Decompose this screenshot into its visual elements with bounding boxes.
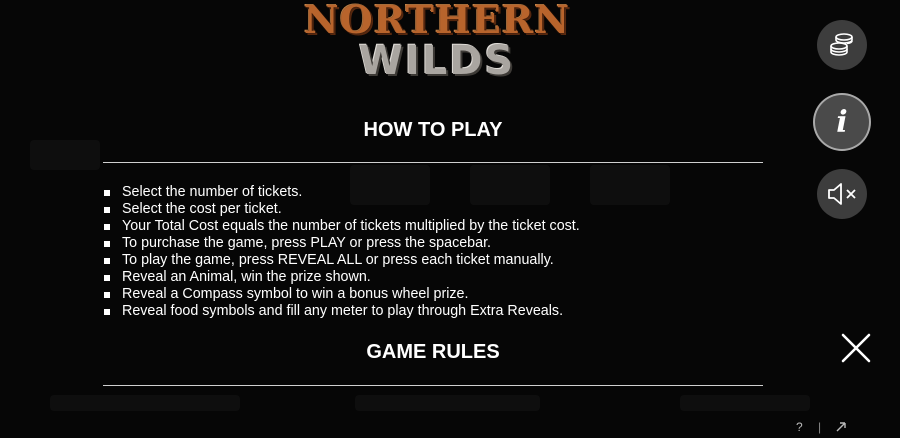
- help-link[interactable]: ?: [796, 420, 803, 434]
- info-icon: i: [836, 104, 848, 140]
- bullet-icon: [104, 190, 110, 196]
- list-item: Reveal an Animal, win the prize shown.: [104, 269, 580, 286]
- bet-chips-button[interactable]: [817, 20, 867, 70]
- bullet-icon: [104, 224, 110, 230]
- list-item: Select the number of tickets.: [104, 184, 580, 201]
- list-item: To purchase the game, press PLAY or pres…: [104, 235, 580, 252]
- speaker-muted-icon: [828, 183, 856, 205]
- bullet-icon: [104, 241, 110, 247]
- logo-line1: NORTHERN: [303, 0, 571, 42]
- game-logo: NORTHERN WILDS: [298, 0, 576, 90]
- sound-toggle-button[interactable]: [817, 169, 867, 219]
- how-to-play-heading: HOW TO PLAY: [363, 119, 503, 141]
- bullet-icon: [104, 258, 110, 264]
- divider: [103, 385, 763, 386]
- list-item: To play the game, press REVEAL ALL or pr…: [104, 252, 580, 269]
- bullet-icon: [104, 309, 110, 315]
- divider: [103, 162, 763, 163]
- logo-line2: WILDS: [358, 38, 516, 84]
- list-item: Select the cost per ticket.: [104, 201, 580, 218]
- close-button[interactable]: [840, 332, 872, 364]
- info-button[interactable]: i: [815, 95, 869, 149]
- list-item: Reveal food symbols and fill any meter t…: [104, 303, 580, 320]
- bullet-icon: [104, 292, 110, 298]
- list-item: Your Total Cost equals the number of tic…: [104, 218, 580, 235]
- bullet-icon: [104, 275, 110, 281]
- game-rules-heading: GAME RULES: [366, 341, 500, 363]
- footer-separator: |: [818, 420, 822, 434]
- list-item: Reveal a Compass symbol to win a bonus w…: [104, 286, 580, 303]
- bullet-icon: [104, 207, 110, 213]
- close-icon: [841, 333, 871, 363]
- pointer-arrow-icon: [836, 422, 846, 432]
- rotate-icon[interactable]: [835, 421, 847, 436]
- coin-stack-icon: [830, 33, 853, 56]
- how-to-play-list: Select the number of tickets. Select the…: [104, 184, 580, 320]
